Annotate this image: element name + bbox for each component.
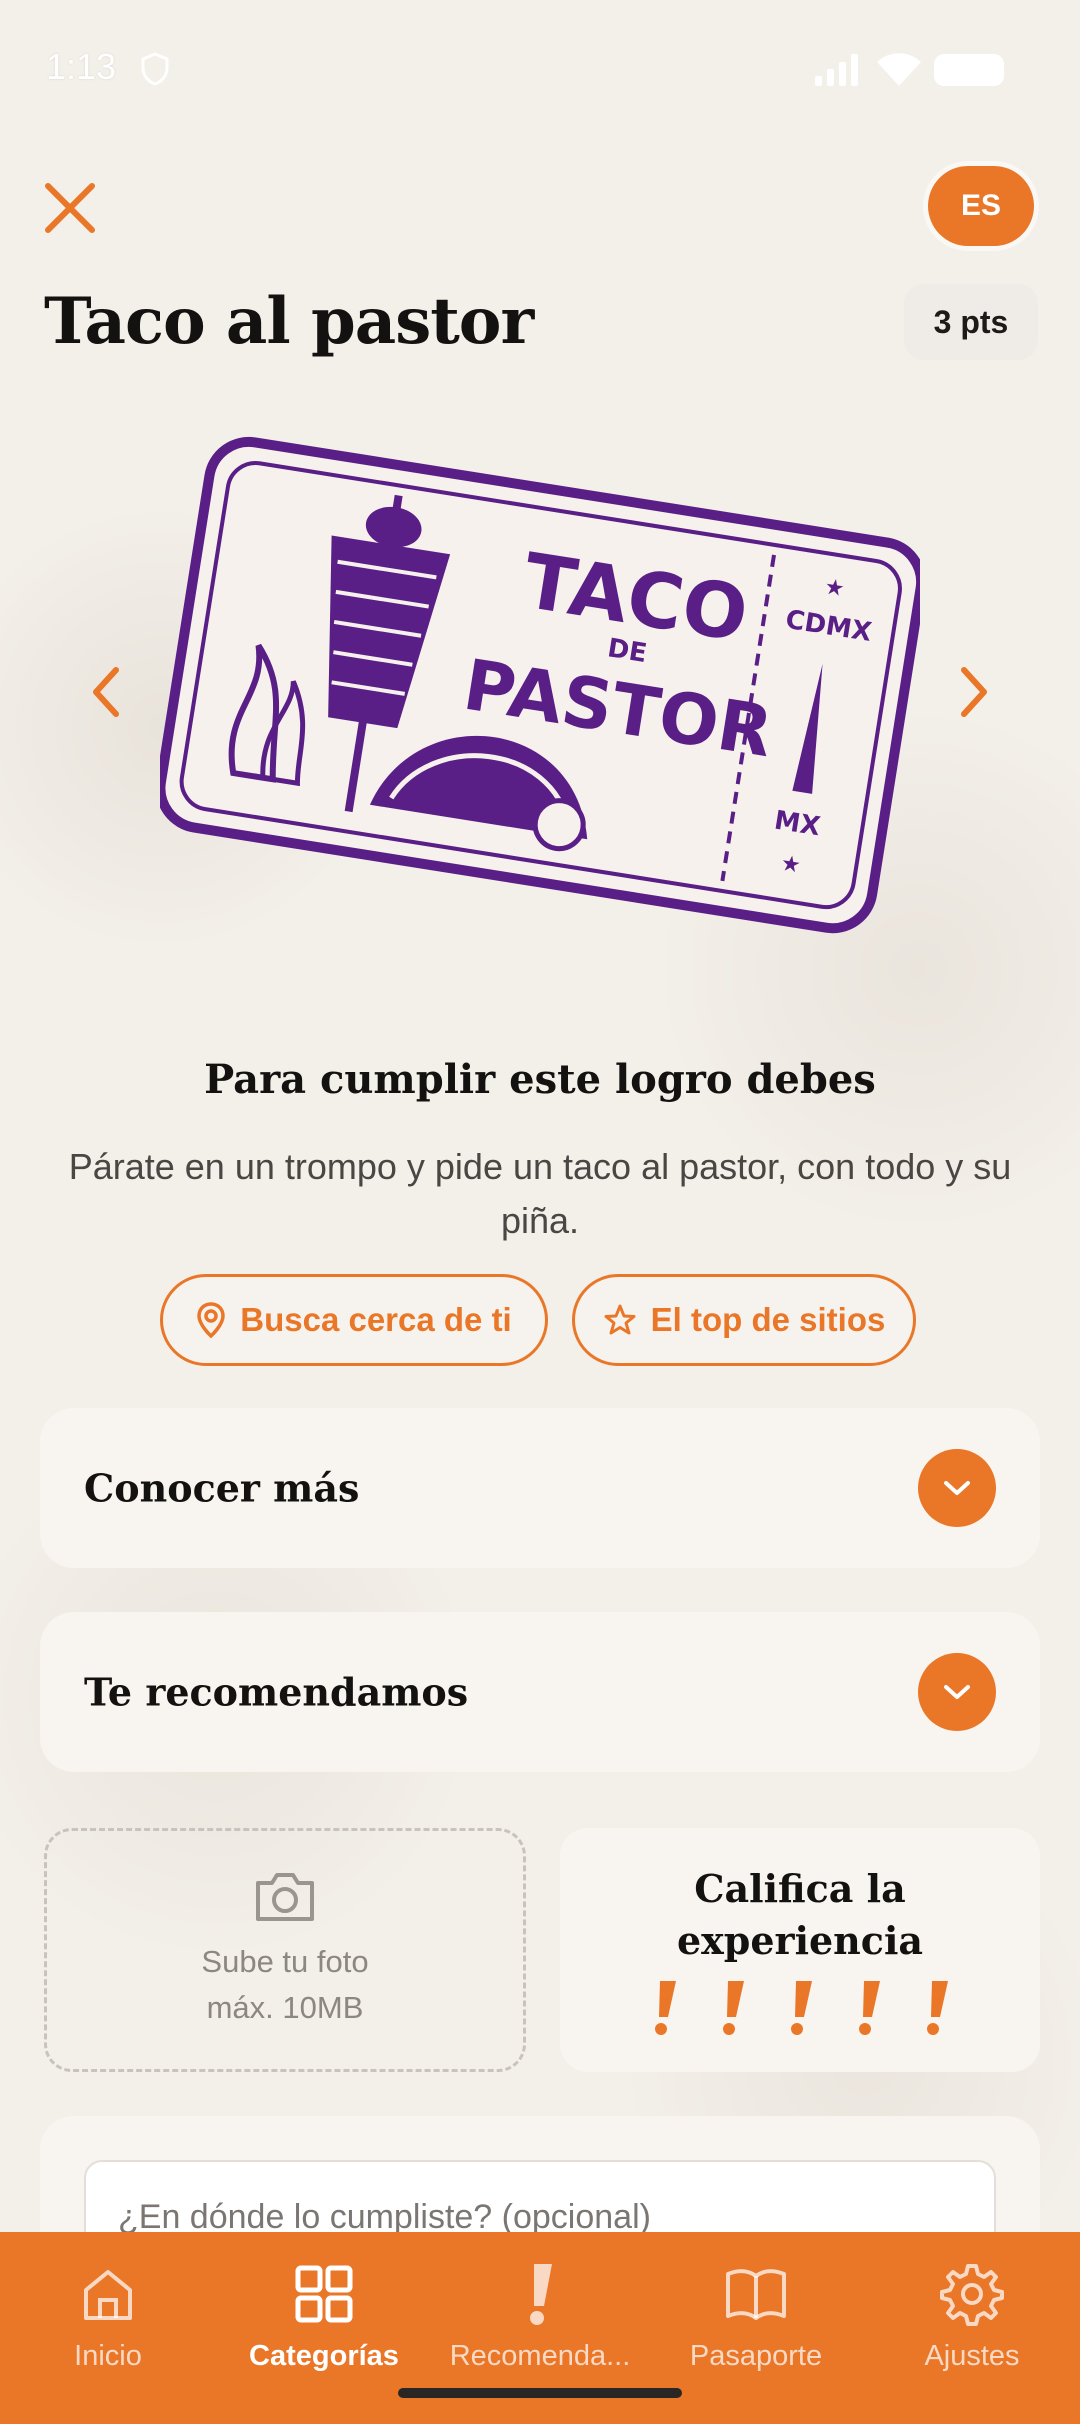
nav-label: Recomenda... xyxy=(449,2340,631,2372)
photo-upload-area[interactable]: Sube tu foto máx. 10MB xyxy=(44,1828,526,2072)
rating-exclamation-icon-3[interactable] xyxy=(782,1977,818,2037)
svg-text:★: ★ xyxy=(823,573,846,601)
rating-card: Califica la experiencia xyxy=(560,1828,1040,2072)
rating-exclamation-icon-1[interactable] xyxy=(646,1977,682,2037)
top-places-button[interactable]: El top de sitios xyxy=(572,1274,916,1366)
achievement-description: Párate en un trompo y pide un taco al pa… xyxy=(68,1146,1012,1241)
page-title: Taco al pastor xyxy=(44,284,534,359)
exclamation-icon xyxy=(530,2264,552,2325)
home-icon xyxy=(84,2270,132,2320)
learn-more-accordion[interactable]: Conocer más xyxy=(40,1408,1040,1568)
shield-icon xyxy=(141,52,169,86)
close-icon[interactable] xyxy=(40,178,100,238)
rating-title: Califica la experiencia xyxy=(676,1866,924,1963)
nav-item-ajustes[interactable]: Ajustes xyxy=(864,2232,1080,2424)
camera-icon xyxy=(256,1873,314,1921)
nav-label: Inicio xyxy=(74,2340,142,2372)
book-icon xyxy=(726,2269,786,2320)
rating-input xyxy=(646,1977,954,2037)
rating-exclamation-icon-2[interactable] xyxy=(714,1977,750,2037)
stamp-title-mid: DE xyxy=(605,633,649,669)
star-icon xyxy=(604,1304,636,1335)
location-pin-icon xyxy=(197,1302,226,1339)
upload-size-limit: máx. 10MB xyxy=(206,1990,364,2025)
nav-item-inicio[interactable]: Inicio xyxy=(0,2232,216,2424)
language-button[interactable]: ES xyxy=(928,166,1034,246)
grid-icon xyxy=(295,2265,353,2323)
chevron-down-icon xyxy=(944,1685,970,1699)
nav-label: Ajustes xyxy=(924,2340,1020,2372)
rating-exclamation-icon-4[interactable] xyxy=(850,1977,886,2037)
status-time: 1:13 xyxy=(46,46,117,87)
top-places-label: El top de sitios xyxy=(650,1301,886,1338)
points-badge: 3 pts xyxy=(904,284,1038,360)
chevron-left-icon[interactable] xyxy=(86,664,126,720)
learn-more-expand-button[interactable] xyxy=(918,1449,996,1527)
recommend-title: Te recomendamos xyxy=(84,1669,469,1715)
learn-more-title: Conocer más xyxy=(84,1465,360,1511)
chevron-right-icon[interactable] xyxy=(954,664,994,720)
achievement-heading: Para cumplir este logro debes xyxy=(204,1056,876,1103)
home-indicator[interactable] xyxy=(398,2388,682,2398)
recommend-expand-button[interactable] xyxy=(918,1653,996,1731)
search-nearby-button[interactable]: Busca cerca de ti xyxy=(160,1274,548,1366)
rating-exclamation-icon-5[interactable] xyxy=(918,1977,954,2037)
chevron-down-icon xyxy=(944,1481,970,1495)
gear-icon xyxy=(940,2264,1004,2326)
signal-icon xyxy=(815,54,858,86)
search-nearby-label: Busca cerca de ti xyxy=(240,1301,512,1338)
upload-label: Sube tu foto xyxy=(201,1944,369,1979)
recommend-accordion[interactable]: Te recomendamos xyxy=(40,1612,1040,1772)
svg-text:★: ★ xyxy=(779,850,802,878)
wifi-icon xyxy=(877,53,921,86)
battery-icon xyxy=(934,54,1004,86)
taco-pastor-stamp-illustration: TACO DE PASTOR CDMX MX ★ ★ xyxy=(160,436,920,934)
status-bar: 1:13 xyxy=(0,0,1080,140)
nav-label: Pasaporte xyxy=(689,2340,823,2372)
nav-label: Categorías xyxy=(249,2340,399,2372)
